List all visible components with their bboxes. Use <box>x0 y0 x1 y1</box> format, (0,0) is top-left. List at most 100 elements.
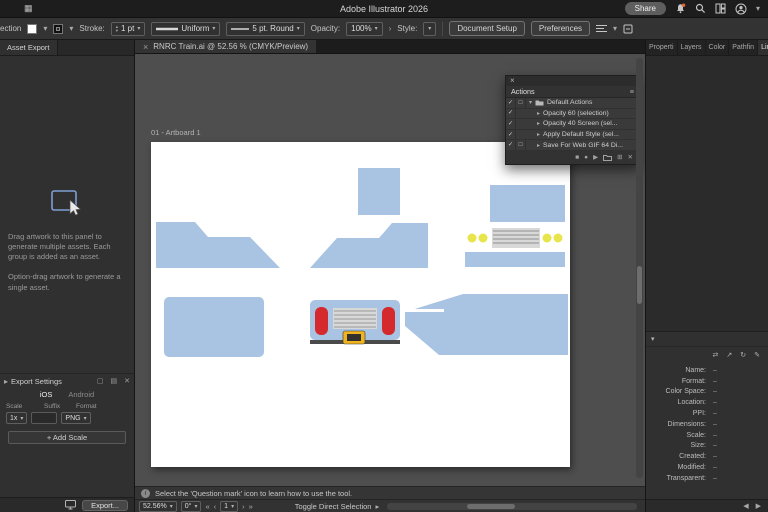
platform-android[interactable]: Android <box>68 390 94 399</box>
action-enabled-check-icon[interactable]: ✓ <box>506 98 516 108</box>
artboard[interactable] <box>151 142 570 467</box>
share-button[interactable]: Share <box>624 2 666 15</box>
action-dialog-toggle-icon[interactable]: □ <box>516 140 526 151</box>
search-icon[interactable] <box>695 3 706 14</box>
artwork-hood-right[interactable] <box>310 223 428 268</box>
artwork-strip[interactable] <box>465 252 565 267</box>
action-enabled-check-icon[interactable]: ✓ <box>506 129 516 140</box>
begin-recording-icon[interactable]: ● <box>584 154 588 161</box>
document-setup-button[interactable]: Document Setup <box>449 21 525 36</box>
action-enabled-check-icon[interactable]: ✓ <box>506 140 516 151</box>
action-row[interactable]: ✓ ▸ Opacity 40 Screen (sel... <box>506 119 639 130</box>
stroke-weight-stepper[interactable]: ▴ ▾ <box>116 24 118 33</box>
link-info-chevron-icon[interactable]: ▾ <box>651 335 655 343</box>
asset-export-tab[interactable]: Asset Export <box>0 40 58 55</box>
export-settings-chevron-icon[interactable]: ▸ <box>4 377 8 386</box>
next-link-icon[interactable]: ▶ <box>756 502 761 510</box>
tab-properties[interactable]: Properti <box>646 40 678 55</box>
actions-panel[interactable]: × Actions ≡ ✓ □ ▾ Default Actions ✓ ▸ Op… <box>505 75 640 165</box>
tab-pathfinder[interactable]: Pathfin <box>729 40 759 55</box>
action-label[interactable]: Apply Default Style (sel... <box>543 131 619 138</box>
artboard-label[interactable]: 01 - Artboard 1 <box>151 128 201 137</box>
vertical-scrollbar[interactable] <box>636 58 643 478</box>
grid-view-icon[interactable]: ▢ <box>97 377 104 385</box>
delete-asset-icon[interactable]: ✕ <box>124 377 130 385</box>
link-info-toggle[interactable]: ▾ <box>646 332 768 347</box>
export-button[interactable]: Export... <box>82 499 128 511</box>
export-for-screens-icon[interactable] <box>65 500 77 510</box>
document-tab[interactable]: × RNRC Train.ai @ 52.56 % (CMYK/Preview) <box>135 40 317 53</box>
horizontal-scrollbar[interactable] <box>387 502 637 510</box>
tab-color[interactable]: Color <box>706 40 730 55</box>
artwork-rect-panel[interactable] <box>358 168 400 215</box>
status-tool-label[interactable]: Toggle Direct Selection <box>295 502 372 511</box>
canvas[interactable]: 01 - Artboard 1 × Actions ≡ ✓ □ ▾ Defaul… <box>135 54 645 486</box>
horizontal-scrollbar-thumb[interactable] <box>467 503 515 509</box>
play-selection-icon[interactable]: ▶ <box>593 153 598 161</box>
expand-action-chevron-icon[interactable]: ▸ <box>534 131 543 138</box>
brush-definition-select[interactable]: 5 pt. Round ▾ <box>226 21 305 36</box>
status-menu-chevron-icon[interactable]: ▸ <box>375 502 379 511</box>
edit-original-icon[interactable]: ✎ <box>754 351 760 359</box>
new-action-icon[interactable]: ⊞ <box>617 153 622 161</box>
actions-close-icon[interactable]: × <box>510 77 515 85</box>
width-profile-select[interactable]: Uniform ▾ <box>151 21 221 36</box>
previous-link-icon[interactable]: ◀ <box>743 502 748 510</box>
artwork[interactable] <box>151 142 570 467</box>
artwork-cab-panel[interactable] <box>490 185 565 222</box>
account-icon[interactable] <box>735 3 747 15</box>
action-row[interactable]: ✓ ▸ Apply Default Style (sel... <box>506 129 639 141</box>
vertical-scrollbar-thumb[interactable] <box>637 266 642 304</box>
actions-panel-menu-icon[interactable]: ≡ <box>630 87 634 96</box>
artwork-headlight[interactable] <box>478 233 488 243</box>
action-set-row[interactable]: ✓ □ ▾ Default Actions <box>506 98 639 109</box>
add-scale-button[interactable]: + Add Scale <box>8 431 126 444</box>
artwork-roof-panel[interactable] <box>164 297 264 357</box>
relink-icon[interactable]: ⇄ <box>713 351 719 359</box>
action-enabled-check-icon[interactable]: ✓ <box>506 119 516 129</box>
list-view-icon[interactable]: ▤ <box>111 377 118 385</box>
actions-panel-title[interactable]: Actions <box>511 87 535 96</box>
align-chevron-icon[interactable]: ▾ <box>613 24 617 33</box>
artwork-body-side[interactable] <box>405 294 568 355</box>
opacity-panel-chevron-icon[interactable]: › <box>389 24 392 33</box>
links-list[interactable] <box>646 56 768 332</box>
new-set-folder-icon[interactable] <box>603 154 613 161</box>
stroke-weight-input[interactable]: ▴ ▾ 1 pt ▾ <box>110 21 146 36</box>
preferences-button[interactable]: Preferences <box>530 21 591 36</box>
expand-action-chevron-icon[interactable]: ▸ <box>534 120 543 127</box>
artwork-nose-front[interactable] <box>310 300 400 345</box>
workspace-switcher-icon[interactable] <box>715 3 726 14</box>
stroke-chevron-icon[interactable]: ▾ <box>69 24 73 33</box>
expand-set-chevron-icon[interactable]: ▾ <box>526 99 535 106</box>
action-dialog-toggle-icon[interactable]: □ <box>516 98 526 108</box>
previous-artboard-icon[interactable]: ‹ <box>214 502 217 511</box>
fill-color-swatch[interactable] <box>27 23 38 34</box>
stroke-color-swatch[interactable] <box>53 23 64 34</box>
delete-action-icon[interactable]: ✕ <box>628 153 633 161</box>
artwork-marker-light-right[interactable] <box>382 307 395 335</box>
artboard-number-select[interactable]: 1 ▾ <box>220 500 239 512</box>
tab-links[interactable]: Links <box>758 40 768 55</box>
zoom-select[interactable]: 52.56% ▾ <box>139 500 177 512</box>
artwork-headlight[interactable] <box>542 233 552 243</box>
format-select[interactable]: PNG ▾ <box>61 412 91 424</box>
action-label[interactable]: Opacity 60 (selection) <box>543 110 609 117</box>
style-select[interactable]: ▾ <box>423 21 437 36</box>
artwork-hood-left[interactable] <box>156 222 280 268</box>
scale-select[interactable]: 1x ▾ <box>6 412 28 424</box>
update-link-icon[interactable]: ↻ <box>740 351 746 359</box>
document-tab-close-icon[interactable]: × <box>143 42 148 52</box>
action-row[interactable]: ✓ □ ▸ Save For Web GIF 64 Di... <box>506 140 639 151</box>
first-artboard-icon[interactable]: « <box>205 502 209 511</box>
stop-playing-icon[interactable]: ■ <box>575 154 579 161</box>
go-to-link-icon[interactable]: ↗ <box>726 351 732 359</box>
notifications-bell-icon[interactable] <box>675 3 686 14</box>
artwork-headlight[interactable] <box>467 233 477 243</box>
expand-action-chevron-icon[interactable]: ▸ <box>534 110 543 117</box>
last-artboard-icon[interactable]: » <box>249 502 253 511</box>
artwork-marker-light-left[interactable] <box>315 307 328 335</box>
app-home-icon[interactable]: ▦ <box>24 3 33 14</box>
fill-chevron-icon[interactable]: ▾ <box>43 24 47 33</box>
action-enabled-check-icon[interactable]: ✓ <box>506 108 516 119</box>
